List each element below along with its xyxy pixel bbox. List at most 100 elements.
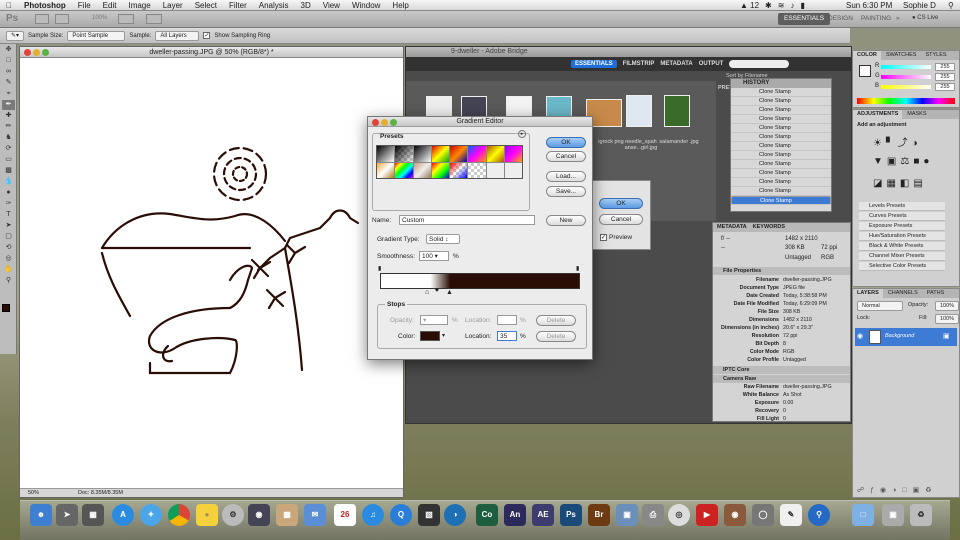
after-effects-icon[interactable]: AE — [532, 504, 554, 526]
history-item[interactable]: Clone Stamp — [731, 169, 831, 178]
hand-tool-icon[interactable]: ✋ — [2, 265, 15, 275]
adobe-icon[interactable]: ▲ — [740, 1, 750, 10]
folder-icon[interactable]: □ — [852, 504, 874, 526]
foreground-color-swatch[interactable] — [2, 304, 10, 312]
midpoint-diamond-icon[interactable]: ◆ — [435, 287, 439, 293]
preset-swatch[interactable] — [468, 162, 486, 178]
minimize-icon[interactable] — [381, 119, 388, 126]
minimize-icon[interactable] — [33, 49, 40, 56]
path-select-tool-icon[interactable]: ➤ — [2, 221, 15, 231]
sample-select[interactable]: All Layers — [155, 30, 200, 41]
threshold-icon[interactable]: ◧ — [900, 178, 913, 189]
maps-icon[interactable]: ⚲ — [808, 504, 830, 526]
pen-tool-icon[interactable]: ✑ — [2, 199, 15, 209]
preset-swatch[interactable] — [377, 146, 395, 162]
link-icon[interactable]: ☍ — [857, 487, 870, 494]
group-icon[interactable]: □ — [902, 487, 912, 494]
security-icon[interactable]: ◯ — [752, 504, 774, 526]
delete-color-stop-button[interactable]: Delete — [536, 331, 576, 342]
black-white-icon[interactable]: ■ — [913, 156, 923, 167]
firefox-icon[interactable]: ◑ — [444, 504, 466, 526]
history-item[interactable]: Clone Stamp — [731, 124, 831, 133]
close-icon[interactable] — [372, 119, 379, 126]
menu-layer[interactable]: Layer — [157, 1, 189, 10]
preset-swatch[interactable] — [413, 162, 431, 178]
b-value[interactable]: 255 — [935, 83, 955, 91]
preset-swatch[interactable] — [395, 146, 413, 162]
menu-view[interactable]: View — [317, 1, 346, 10]
photos-icon[interactable]: ▣ — [616, 504, 638, 526]
printer-icon[interactable]: ⎙ — [642, 504, 664, 526]
crop-tool-icon[interactable]: ⌖ — [2, 89, 15, 99]
tab-masks[interactable]: MASKS — [903, 110, 930, 119]
zoom-level[interactable]: 100% — [92, 15, 107, 21]
menu-select[interactable]: Select — [189, 1, 223, 10]
cancel-button[interactable]: Cancel — [546, 151, 586, 162]
history-item[interactable]: Clone Stamp — [731, 115, 831, 124]
wifi-icon[interactable]: ≋ — [778, 1, 785, 10]
bridge-tab-filmstrip[interactable]: FILMSTRIP — [623, 61, 655, 67]
history-item[interactable]: Clone Stamp — [731, 160, 831, 169]
eyedropper-tool-icon[interactable]: ✒ — [2, 100, 15, 110]
save-button[interactable]: Save... — [546, 186, 586, 197]
tab-channels[interactable]: CHANNELS — [884, 289, 922, 298]
tab-layers[interactable]: LAYERS — [853, 289, 883, 298]
opacity-field[interactable]: 100% — [935, 301, 960, 311]
mission-control-icon[interactable]: ▦ — [82, 504, 104, 526]
vibrance-icon[interactable]: ▼ — [873, 156, 887, 167]
blur-tool-icon[interactable]: 💧 — [2, 177, 15, 187]
color-stop-selected-icon[interactable]: ▲ — [446, 289, 453, 296]
opacity-location-input[interactable] — [497, 315, 517, 325]
trash-icon[interactable]: ♻ — [910, 504, 932, 526]
tab-styles[interactable]: STYLES — [921, 51, 950, 60]
bluetooth-icon[interactable]: ✱ — [765, 1, 772, 10]
zoom-tool-icon[interactable]: ⚲ — [2, 276, 15, 286]
photo-booth-icon[interactable]: ◉ — [724, 504, 746, 526]
menu-help[interactable]: Help — [386, 1, 414, 10]
history-brush-tool-icon[interactable]: ⟳ — [2, 144, 15, 154]
gradient-ramp[interactable] — [380, 273, 580, 289]
gradient-tool-icon[interactable]: ▩ — [2, 166, 15, 176]
preset-swatch[interactable] — [413, 146, 431, 162]
preset-swatch[interactable] — [377, 162, 395, 178]
marquee-tool-icon[interactable]: □ — [2, 56, 15, 66]
bridge-launch-icon[interactable] — [35, 14, 49, 24]
safari-icon[interactable]: ✦ — [140, 504, 162, 526]
color-dropdown-icon[interactable]: ▾ — [442, 332, 445, 339]
mini-bridge-icon[interactable] — [55, 14, 69, 24]
g-slider[interactable] — [881, 75, 931, 79]
spotlight-icon[interactable]: ⚲ — [948, 0, 954, 11]
curves-icon[interactable]: ⤴ — [898, 138, 912, 149]
new-layer-icon[interactable]: ▣ — [913, 487, 926, 494]
preset-item[interactable]: Exposure Presets — [859, 222, 945, 231]
fx-icon[interactable]: ƒ — [870, 487, 880, 494]
close-icon[interactable] — [24, 49, 31, 56]
adjustment-layer-icon[interactable]: ◑ — [892, 487, 902, 494]
ok-button[interactable]: OK — [546, 137, 586, 148]
preset-swatch[interactable] — [431, 162, 449, 178]
launchpad-icon[interactable]: ➤ — [56, 504, 78, 526]
status-zoom[interactable]: 50% — [28, 489, 39, 498]
gradient-type-select[interactable]: Solid ↕ — [426, 234, 460, 244]
tool-preset-picker[interactable]: ✎▾ — [6, 30, 25, 41]
bridge-tab-output[interactable]: OUTPUT — [699, 61, 724, 67]
load-button[interactable]: Load... — [546, 171, 586, 182]
r-value[interactable]: 255 — [935, 63, 955, 71]
thumbnail[interactable] — [626, 95, 652, 127]
ical-icon[interactable]: 26 — [334, 504, 356, 526]
opacity-input[interactable]: ▾ — [420, 315, 448, 325]
new-button[interactable]: New — [546, 215, 586, 226]
brightness-icon[interactable]: ☀ — [873, 138, 886, 149]
camera-raw-header[interactable]: Camera Raw — [713, 375, 850, 383]
mail-icon[interactable]: ✉ — [304, 504, 326, 526]
history-item-selected[interactable]: Clone Stamp — [731, 196, 831, 205]
preset-item[interactable]: Black & White Presets — [859, 242, 945, 251]
lasso-tool-icon[interactable]: ∞ — [2, 67, 15, 77]
finder-icon[interactable]: ☻ — [30, 504, 52, 526]
opacity-stop-right-icon[interactable]: ▮ — [576, 265, 579, 272]
preset-swatch[interactable] — [450, 146, 468, 162]
preset-swatch[interactable] — [450, 162, 468, 178]
bridge-tab-essentials[interactable]: ESSENTIALS — [571, 60, 617, 68]
preset-swatch[interactable] — [504, 162, 522, 178]
sample-size-select[interactable]: Point Sample — [67, 30, 126, 41]
